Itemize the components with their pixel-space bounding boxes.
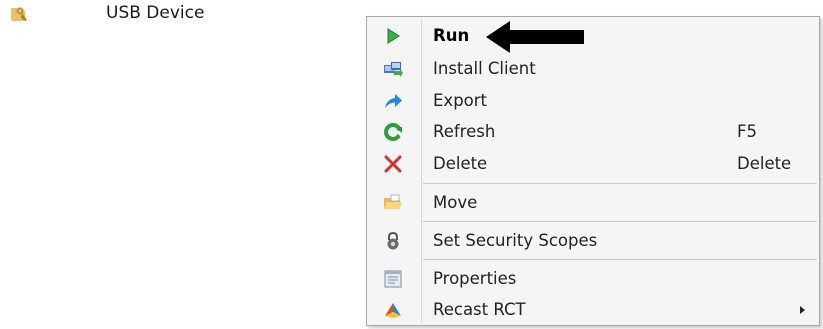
screenshot-stage: USB Device Run Install Client Export Ref… <box>0 0 823 329</box>
menu-item-label: Install Client <box>433 59 536 78</box>
key-folder-icon <box>8 4 30 24</box>
menu-item-delete[interactable]: Delete Delete <box>369 149 817 179</box>
menu-item-label: Move <box>433 193 478 212</box>
menu-separator <box>423 183 817 184</box>
menu-item-shortcut: Delete <box>737 154 792 173</box>
lock-icon <box>383 231 403 251</box>
menu-item-install-client[interactable]: Install Client <box>369 54 817 84</box>
menu-item-label: Recast RCT <box>433 300 526 319</box>
folder-move-icon <box>383 193 403 213</box>
refresh-icon <box>383 122 403 142</box>
menu-item-label: Refresh <box>433 122 496 141</box>
menu-item-refresh[interactable]: Refresh F5 <box>369 117 817 147</box>
menu-item-label: Set Security Scopes <box>433 231 598 250</box>
play-icon <box>383 26 403 46</box>
export-arrow-icon <box>383 91 403 111</box>
menu-separator <box>423 221 817 222</box>
menu-separator <box>423 259 817 260</box>
delete-x-icon <box>383 154 403 174</box>
context-menu: Run Install Client Export Refresh F5 Del… <box>366 16 820 326</box>
menu-item-recast-rct[interactable]: Recast RCT <box>369 295 817 325</box>
list-item-label: USB Device <box>106 3 205 23</box>
pointer-arrow-icon <box>486 19 586 55</box>
menu-item-run[interactable]: Run <box>369 21 817 51</box>
submenu-chevron-icon <box>800 306 805 314</box>
menu-item-label: Delete <box>433 154 488 173</box>
menu-item-move[interactable]: Move <box>369 188 817 218</box>
menu-item-label: Run <box>433 26 470 45</box>
menu-item-properties[interactable]: Properties <box>369 264 817 294</box>
menu-item-shortcut: F5 <box>737 122 757 141</box>
menu-item-label: Export <box>433 91 488 110</box>
menu-item-set-security-scopes[interactable]: Set Security Scopes <box>369 226 817 256</box>
menu-item-label: Properties <box>433 269 517 288</box>
menu-item-export[interactable]: Export <box>369 86 817 116</box>
install-client-icon <box>383 59 403 79</box>
recast-icon <box>383 300 403 320</box>
properties-icon <box>383 269 403 289</box>
